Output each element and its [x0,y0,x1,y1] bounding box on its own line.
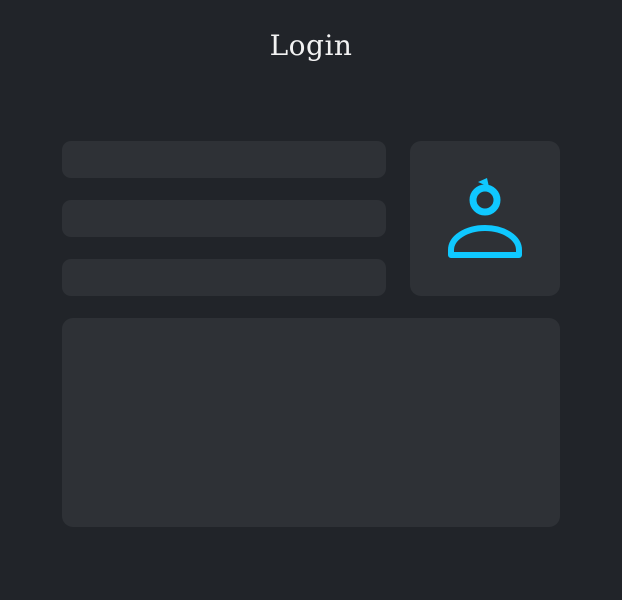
login-field-2[interactable] [62,200,386,237]
user-icon [448,178,522,258]
avatar-panel[interactable] [410,141,560,296]
page-title: Login [269,29,353,62]
content-panel [62,318,560,527]
login-field-1[interactable] [62,141,386,178]
login-field-3[interactable] [62,259,386,296]
